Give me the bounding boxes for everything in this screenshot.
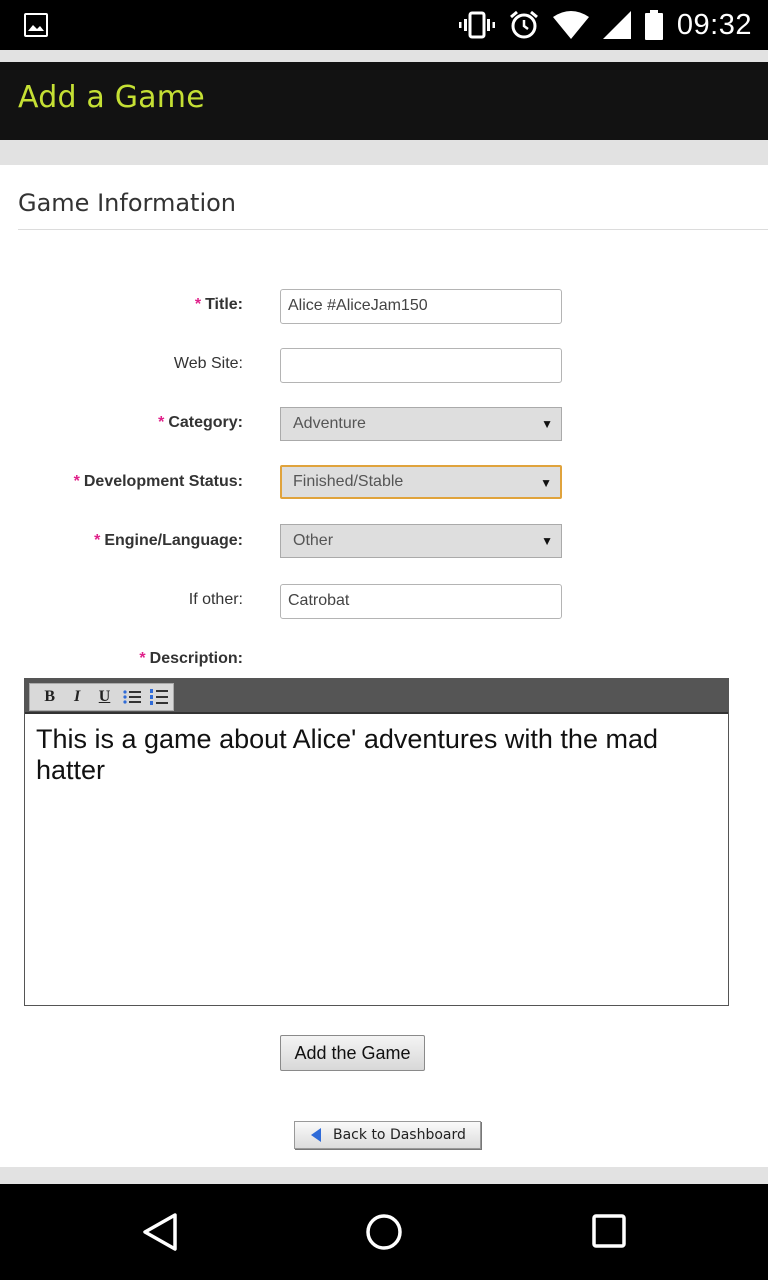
back-icon[interactable] (141, 1212, 181, 1252)
bottom-strip (0, 1167, 768, 1184)
add-game-button[interactable]: Add the Game (280, 1035, 425, 1071)
if-other-label: If other: (188, 591, 243, 608)
underline-icon[interactable]: U (91, 685, 118, 709)
website-label: Web Site: (173, 355, 243, 372)
back-to-dashboard-label: Back to Dashboard (333, 1127, 466, 1143)
section-title: Game Information (18, 189, 237, 217)
gallery-icon (24, 13, 48, 37)
description-label: * Description: (139, 650, 243, 667)
signal-icon (602, 11, 631, 39)
if-other-input[interactable]: Catrobat (280, 584, 562, 619)
dev-status-select[interactable]: Finished/Stable ▼ (280, 465, 562, 499)
engine-label: * Engine/Language: (94, 532, 243, 549)
dropdown-arrow-icon: ▼ (541, 534, 553, 548)
editor-toolbar: B I U (25, 679, 728, 714)
category-value: Adventure (293, 415, 366, 432)
recents-icon[interactable] (590, 1212, 630, 1252)
dev-status-label: * Development Status: (73, 473, 243, 490)
game-info-panel: Game Information * Title: Alice #AliceJam… (0, 165, 768, 1167)
required-marker: * (94, 532, 101, 549)
home-icon[interactable] (364, 1212, 404, 1252)
required-marker: * (139, 650, 146, 667)
app-header: Add a Game (0, 62, 768, 140)
italic-icon[interactable]: I (63, 685, 90, 709)
dropdown-arrow-icon: ▼ (541, 417, 553, 431)
status-bar: 09:32 (0, 0, 768, 50)
bold-icon[interactable]: B (36, 685, 63, 709)
header-divider (0, 140, 768, 165)
vibrate-icon (458, 11, 495, 39)
bullet-list-icon[interactable] (118, 685, 145, 709)
engine-select[interactable]: Other ▼ (280, 524, 562, 558)
wifi-icon (552, 11, 589, 39)
website-input[interactable] (280, 348, 562, 383)
navigation-bar (0, 1184, 768, 1280)
top-strip (0, 50, 768, 62)
clock: 09:32 (676, 8, 752, 41)
description-editor: B I U This is a game about Alice' advent… (24, 678, 729, 1006)
battery-icon (644, 10, 663, 40)
required-marker: * (73, 473, 80, 490)
category-select[interactable]: Adventure ▼ (280, 407, 562, 441)
engine-value: Other (293, 532, 334, 549)
numbered-list-icon[interactable] (146, 685, 173, 709)
dev-status-value: Finished/Stable (293, 473, 404, 490)
toolbar-button-group: B I U (29, 683, 174, 711)
title-label: * Title: (194, 296, 243, 313)
required-marker: * (194, 296, 202, 313)
dropdown-arrow-icon: ▼ (540, 476, 552, 490)
category-label: * Category: (158, 414, 243, 431)
description-textarea[interactable]: This is a game about Alice' adventures w… (25, 714, 728, 796)
section-divider (18, 229, 768, 230)
page-title: Add a Game (18, 80, 205, 115)
back-arrow-icon (311, 1128, 321, 1142)
required-marker: * (158, 414, 165, 431)
back-to-dashboard-button[interactable]: Back to Dashboard (294, 1121, 481, 1149)
title-input[interactable]: Alice #AliceJam150 (280, 289, 562, 324)
alarm-icon (509, 10, 539, 40)
